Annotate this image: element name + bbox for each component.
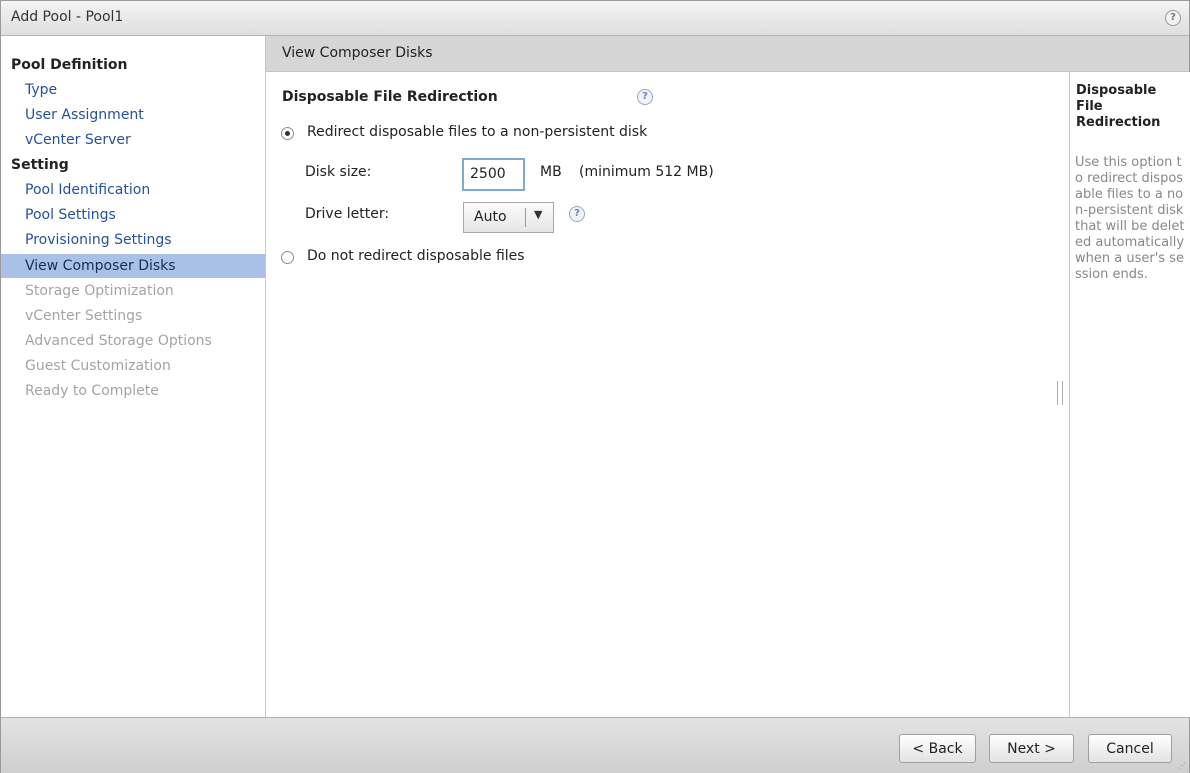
drive-letter-label: Drive letter:	[305, 206, 390, 222]
resize-grip-icon[interactable]: ⋰	[1178, 762, 1186, 770]
help-icon[interactable]: ?	[637, 89, 653, 105]
wizard-steps-sidebar: Pool Definition Type User Assignment vCe…	[1, 36, 266, 717]
step-pool-identification[interactable]: Pool Identification	[1, 178, 265, 202]
add-pool-dialog: Add Pool - Pool1 ? Pool Definition Type …	[0, 0, 1190, 773]
radio-redirect-label: Redirect disposable files to a non-persi…	[307, 124, 648, 140]
panel-splitter-handle[interactable]	[1057, 381, 1063, 405]
page-title: View Composer Disks	[282, 45, 433, 61]
radio-no-redirect-label: Do not redirect disposable files	[307, 248, 525, 264]
section-header-pool-definition: Pool Definition	[11, 57, 128, 73]
chevron-down-icon[interactable]: ▼	[534, 208, 542, 221]
select-divider	[525, 208, 526, 227]
help-icon[interactable]: ?	[569, 206, 585, 222]
drive-letter-value: Auto	[474, 209, 507, 225]
step-vcenter-settings: vCenter Settings	[25, 308, 143, 324]
help-panel: Disposable File Redirection Use this opt…	[1069, 72, 1190, 717]
disk-size-hint: (minimum 512 MB)	[579, 164, 714, 180]
disk-size-label: Disk size:	[305, 164, 372, 180]
step-user-assignment[interactable]: User Assignment	[1, 103, 265, 127]
footer-bar: < Back Next > Cancel ⋰	[1, 717, 1189, 773]
main-content: Disposable File Redirection ? Redirect d…	[266, 72, 1068, 717]
title-bar: Add Pool - Pool1 ?	[1, 1, 1189, 36]
section-title: Disposable File Redirection	[282, 89, 498, 105]
step-vcenter-server[interactable]: vCenter Server	[1, 128, 265, 152]
step-provisioning-settings[interactable]: Provisioning Settings	[1, 228, 265, 252]
radio-no-redirect[interactable]	[281, 251, 294, 264]
drive-letter-select[interactable]: Auto ▼	[463, 202, 554, 233]
step-guest-customization: Guest Customization	[25, 358, 171, 374]
step-pool-settings[interactable]: Pool Settings	[1, 203, 265, 227]
next-button[interactable]: Next >	[989, 734, 1074, 763]
step-type[interactable]: Type	[1, 78, 265, 102]
help-panel-title: Disposable File Redirection	[1076, 83, 1161, 130]
help-icon[interactable]: ?	[1165, 10, 1181, 26]
disk-size-unit: MB	[540, 164, 562, 180]
help-panel-body: Use this option to redirect disposable f…	[1075, 155, 1185, 282]
page-header: View Composer Disks	[266, 36, 1189, 72]
dialog-title: Add Pool - Pool1	[11, 9, 124, 25]
section-header-setting: Setting	[11, 157, 69, 173]
disk-size-input[interactable]: 2500	[462, 158, 525, 191]
step-view-composer-disks[interactable]: View Composer Disks	[1, 254, 265, 278]
step-advanced-storage-options: Advanced Storage Options	[25, 333, 212, 349]
radio-redirect-disposable[interactable]	[281, 127, 294, 140]
cancel-button[interactable]: Cancel	[1088, 734, 1172, 763]
step-storage-optimization: Storage Optimization	[25, 283, 174, 299]
step-ready-to-complete: Ready to Complete	[25, 383, 159, 399]
back-button[interactable]: < Back	[899, 734, 976, 763]
